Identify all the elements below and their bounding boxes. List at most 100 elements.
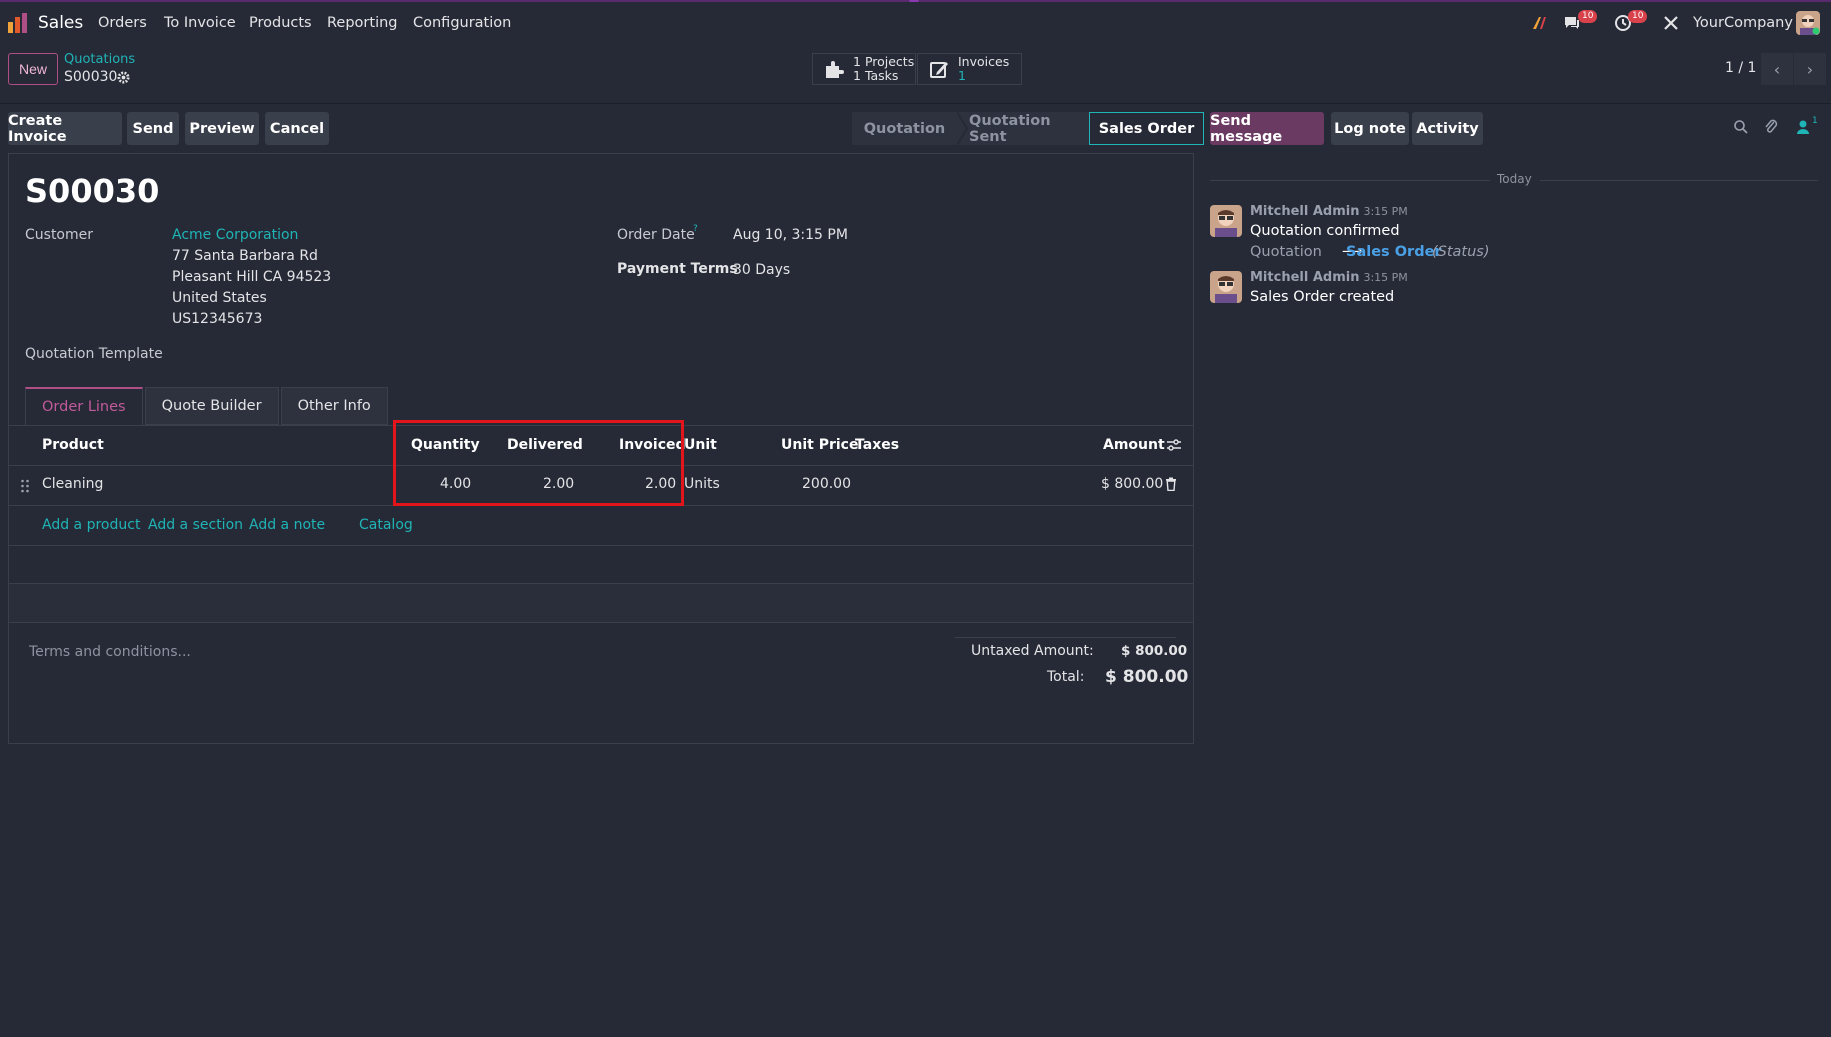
cancel-button[interactable]: Cancel bbox=[265, 112, 329, 145]
chevron-left-icon[interactable]: ‹ bbox=[1761, 53, 1793, 85]
untaxed-amount-label: Untaxed Amount: bbox=[971, 643, 1094, 659]
tab-order-lines[interactable]: Order Lines bbox=[25, 387, 143, 425]
drag-handle-icon[interactable] bbox=[20, 479, 30, 493]
menu-reporting[interactable]: Reporting bbox=[327, 15, 398, 31]
order-title: S00030 bbox=[25, 172, 160, 210]
status-quotation[interactable]: Quotation bbox=[852, 112, 957, 145]
col-header-taxes[interactable]: Taxes bbox=[855, 437, 899, 453]
user-avatar[interactable] bbox=[1796, 11, 1820, 35]
tasks-label: Tasks bbox=[864, 68, 899, 83]
invoices-smart-button[interactable]: Invoices 1 bbox=[917, 53, 1022, 85]
tracking-old-value: Quotation bbox=[1250, 244, 1322, 260]
invoices-label: Invoices bbox=[958, 54, 1010, 69]
followers-icon[interactable] bbox=[1796, 119, 1810, 135]
send-button[interactable]: Send bbox=[127, 112, 179, 145]
line-unit-price[interactable]: 200.00 bbox=[802, 476, 851, 492]
empty-row bbox=[9, 546, 1193, 584]
col-header-amount[interactable]: Amount bbox=[1103, 437, 1165, 453]
menu-products[interactable]: Products bbox=[249, 15, 312, 31]
row-divider bbox=[9, 622, 1193, 623]
log-note-button[interactable]: Log note bbox=[1331, 112, 1409, 145]
col-header-product[interactable]: Product bbox=[42, 437, 104, 453]
message-author[interactable]: Mitchell Admin 3:15 PM bbox=[1250, 270, 1408, 285]
menu-configuration[interactable]: Configuration bbox=[413, 15, 511, 31]
tools-icon[interactable] bbox=[1662, 14, 1680, 32]
create-invoice-button[interactable]: Create Invoice bbox=[8, 112, 122, 145]
gear-icon[interactable] bbox=[117, 71, 130, 84]
status-separator bbox=[957, 112, 969, 145]
notebook-tabs: Order Lines Quote Builder Other Info bbox=[25, 387, 390, 425]
date-separator-line bbox=[1540, 180, 1818, 181]
pager-value[interactable]: 1 / 1 bbox=[1725, 60, 1756, 76]
untaxed-amount-value: $ 800.00 bbox=[1121, 643, 1188, 659]
projects-label: Projects bbox=[864, 54, 915, 69]
followers-count: 1 bbox=[1812, 116, 1818, 126]
sales-app-icon[interactable] bbox=[7, 12, 29, 34]
trash-icon[interactable] bbox=[1165, 477, 1177, 491]
col-header-unit[interactable]: Unit bbox=[684, 437, 717, 453]
breadcrumb-quotations[interactable]: Quotations bbox=[64, 52, 135, 67]
search-icon[interactable] bbox=[1733, 119, 1749, 135]
message-body: Sales Order created bbox=[1250, 289, 1395, 305]
messages-badge: 10 bbox=[1578, 10, 1598, 23]
empty-row bbox=[9, 584, 1193, 622]
preview-button[interactable]: Preview bbox=[185, 112, 259, 145]
add-section-link[interactable]: Add a section bbox=[148, 517, 243, 533]
status-sales-order[interactable]: Sales Order bbox=[1089, 112, 1204, 145]
app-name[interactable]: Sales bbox=[38, 13, 83, 33]
date-separator-line bbox=[1210, 180, 1490, 181]
chevron-right-icon[interactable]: › bbox=[1794, 53, 1826, 85]
edit-icon bbox=[930, 62, 948, 78]
order-date-help-icon[interactable]: ? bbox=[693, 224, 698, 234]
author-avatar[interactable] bbox=[1210, 205, 1242, 237]
ai-icon[interactable] bbox=[1531, 14, 1549, 32]
order-date-label: Order Date bbox=[617, 227, 695, 243]
customer-link[interactable]: Acme Corporation bbox=[172, 227, 298, 243]
author-avatar[interactable] bbox=[1210, 271, 1242, 303]
total-value: $ 800.00 bbox=[1105, 667, 1189, 687]
highlight-box bbox=[393, 420, 684, 506]
message-author[interactable]: Mitchell Admin 3:15 PM bbox=[1250, 204, 1408, 219]
add-product-link[interactable]: Add a product bbox=[42, 517, 140, 533]
add-note-link[interactable]: Add a note bbox=[249, 517, 325, 533]
payment-terms-value[interactable]: 30 Days bbox=[733, 262, 790, 278]
menu-to-invoice[interactable]: To Invoice bbox=[164, 15, 236, 31]
menu-orders[interactable]: Orders bbox=[98, 15, 147, 31]
status-quotation-sent[interactable]: Quotation Sent bbox=[969, 112, 1089, 145]
puzzle-icon bbox=[826, 61, 844, 78]
payment-terms-label: Payment Terms bbox=[617, 261, 738, 277]
customer-label: Customer bbox=[25, 227, 94, 243]
company-switcher[interactable]: YourCompany bbox=[1693, 15, 1793, 31]
col-header-unit-price[interactable]: Unit Price bbox=[781, 437, 858, 453]
address-line-4: US12345673 bbox=[172, 311, 263, 327]
projects-tasks-smart-button[interactable]: 1 Projects 1 Tasks bbox=[812, 53, 916, 85]
total-label: Total: bbox=[1047, 669, 1085, 685]
invoices-count: 1 bbox=[958, 68, 966, 83]
activity-button[interactable]: Activity bbox=[1412, 112, 1483, 145]
breadcrumb-current: S00030 bbox=[64, 69, 118, 85]
line-product[interactable]: Cleaning bbox=[42, 476, 103, 492]
order-date-value[interactable]: Aug 10, 3:15 PM bbox=[733, 227, 848, 243]
tab-quote-builder[interactable]: Quote Builder bbox=[144, 387, 279, 425]
quotation-template-label: Quotation Template bbox=[25, 346, 163, 362]
tasks-count: 1 bbox=[853, 68, 861, 83]
top-navbar: Sales Orders To Invoice Products Reporti… bbox=[0, 2, 1831, 42]
address-line-1: 77 Santa Barbara Rd bbox=[172, 248, 318, 264]
message-time: 3:15 PM bbox=[1363, 205, 1408, 218]
new-button[interactable]: New bbox=[8, 53, 58, 85]
tab-other-info[interactable]: Other Info bbox=[280, 387, 388, 425]
optional-columns-icon[interactable] bbox=[1166, 438, 1182, 452]
tracking-field-name: (Status) bbox=[1432, 244, 1490, 260]
date-separator: Today bbox=[1497, 172, 1532, 186]
message-time: 3:15 PM bbox=[1363, 271, 1408, 284]
totals-divider bbox=[955, 637, 1176, 638]
line-unit[interactable]: Units bbox=[684, 476, 720, 492]
message-body: Quotation confirmed bbox=[1250, 223, 1400, 239]
status-bar: Quotation Quotation Sent Sales Order bbox=[852, 112, 1204, 145]
activities-badge: 10 bbox=[1628, 10, 1648, 23]
send-message-button[interactable]: Send message bbox=[1210, 112, 1324, 145]
terms-and-conditions-field[interactable]: Terms and conditions... bbox=[29, 644, 191, 660]
projects-count: 1 bbox=[853, 54, 861, 69]
paperclip-icon[interactable] bbox=[1763, 118, 1779, 136]
catalog-link[interactable]: Catalog bbox=[359, 517, 413, 533]
